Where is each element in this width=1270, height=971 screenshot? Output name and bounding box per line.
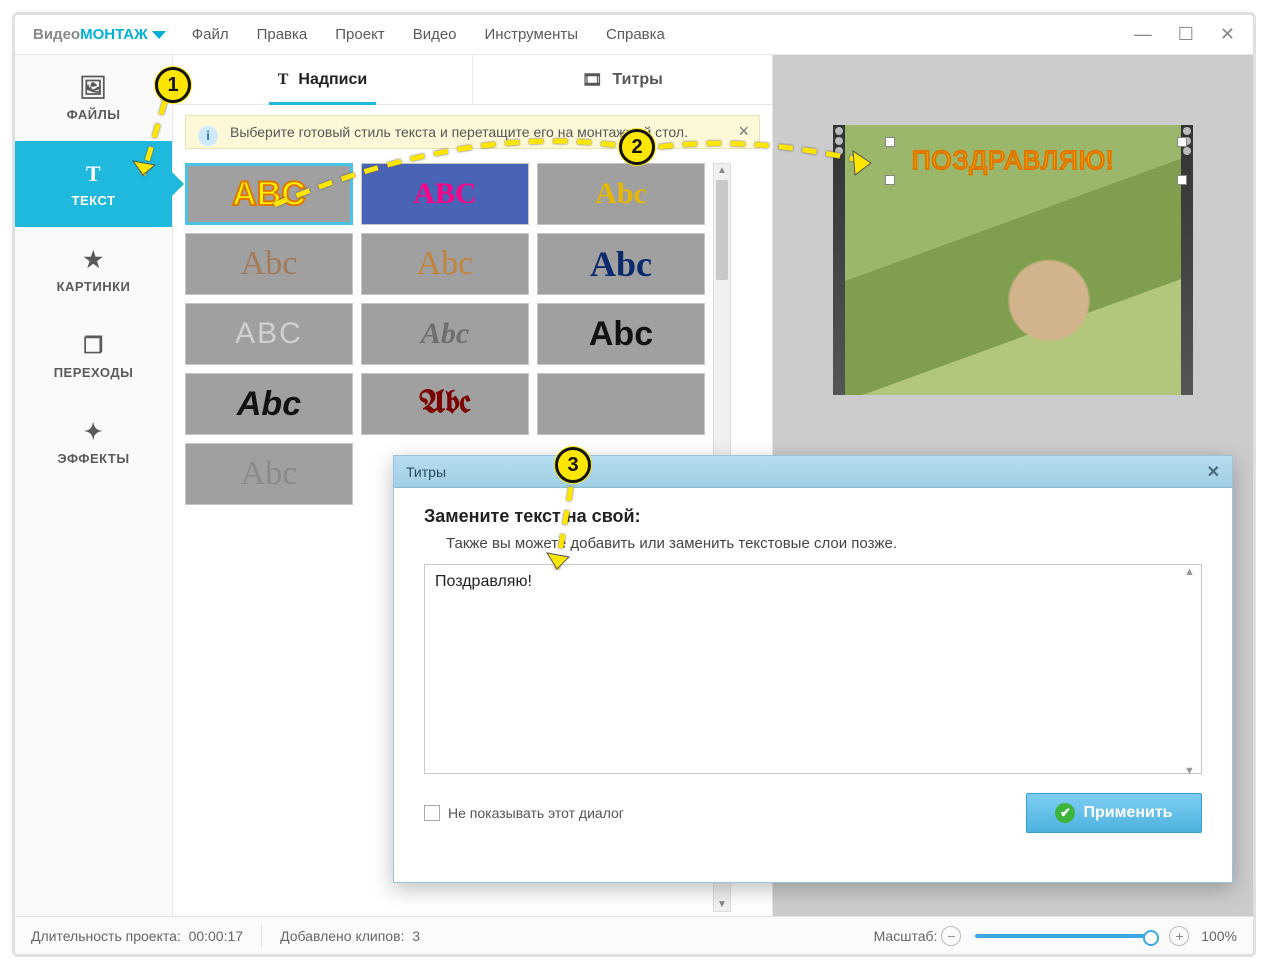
resize-handle[interactable] xyxy=(885,137,895,147)
zoom-label: Масштаб: xyxy=(874,928,938,944)
clips-count-label: Добавлено клипов: xyxy=(280,928,404,944)
menu-help[interactable]: Справка xyxy=(606,26,665,43)
resize-handle[interactable] xyxy=(1177,175,1187,185)
app-logo: ВидеоМОНТАЖ xyxy=(33,26,166,43)
wand-icon: ✦ xyxy=(84,419,103,445)
menu-edit[interactable]: Правка xyxy=(257,26,308,43)
image-icon: 🖼 xyxy=(79,75,107,101)
text-icon: T xyxy=(86,161,101,187)
tab-titles[interactable]: 🎞 Титры xyxy=(473,55,772,104)
tab-labels[interactable]: TНадписи xyxy=(173,55,473,104)
project-duration-value: 00:00:17 xyxy=(189,928,244,944)
sidebar-item-effects[interactable]: ✦ ЭФФЕКТЫ xyxy=(15,399,172,485)
sidebar: 🖼 ФАЙЛЫ T ТЕКСТ ★ КАРТИНКИ ❐ ПЕРЕХОДЫ ✦ ЭФФЕК… xyxy=(15,55,173,916)
text-style[interactable]: Abc xyxy=(185,233,353,295)
resize-handle[interactable] xyxy=(1177,137,1187,147)
sidebar-item-label: КАРТИНКИ xyxy=(57,279,131,294)
zoom-in-button[interactable]: + xyxy=(1169,926,1189,946)
text-style[interactable]: Abc xyxy=(361,303,529,365)
titles-dialog: Титры ✕ Замените текст на свой: Также вы… xyxy=(393,455,1233,883)
tutorial-marker-3: 3 xyxy=(555,447,591,483)
star-icon: ★ xyxy=(83,247,103,273)
clips-count-value: 3 xyxy=(412,928,420,944)
layers-icon: ❐ xyxy=(83,333,103,359)
dialog-subtext: Также вы можете добавить или заменить те… xyxy=(446,535,1202,552)
menu-tools[interactable]: Инструменты xyxy=(485,26,579,43)
film-icon: 🎞 xyxy=(582,70,602,90)
text-style[interactable]: Abc xyxy=(361,373,529,435)
title-text-input[interactable] xyxy=(424,564,1202,774)
hint-banner: i Выберите готовый стиль текста и перета… xyxy=(185,115,760,149)
project-duration-label: Длительность проекта: xyxy=(31,928,181,944)
sidebar-item-label: ТЕКСТ xyxy=(72,193,116,208)
text-style[interactable]: Abc xyxy=(537,163,705,225)
tab-label: Надписи xyxy=(298,71,367,89)
zoom-value: 100% xyxy=(1201,928,1237,944)
info-icon: i xyxy=(198,126,218,146)
zoom-slider[interactable] xyxy=(975,934,1155,938)
close-icon[interactable]: ✕ xyxy=(1220,24,1235,45)
text-style[interactable]: Abc xyxy=(185,373,353,435)
dialog-close-icon[interactable]: ✕ xyxy=(1207,462,1220,482)
sidebar-item-label: ЭФФЕКТЫ xyxy=(57,451,129,466)
sidebar-item-files[interactable]: 🖼 ФАЙЛЫ xyxy=(15,55,172,141)
text-style[interactable]: ABC xyxy=(361,163,529,225)
apply-button[interactable]: ✔ Применить xyxy=(1026,793,1202,833)
zoom-out-button[interactable]: − xyxy=(941,926,961,946)
preview-canvas[interactable]: ПОЗДРАВЛЯЮ! xyxy=(833,125,1193,395)
sidebar-item-text[interactable]: T ТЕКСТ xyxy=(15,141,172,227)
menu-file[interactable]: Файл xyxy=(192,26,229,43)
tutorial-marker-2: 2 xyxy=(619,129,655,165)
tab-label: Титры xyxy=(613,71,663,89)
menu-video[interactable]: Видео xyxy=(413,26,457,43)
chevron-down-icon[interactable] xyxy=(152,31,166,39)
sidebar-item-label: ПЕРЕХОДЫ xyxy=(54,365,134,380)
maximize-icon[interactable]: ☐ xyxy=(1178,24,1194,45)
status-bar: Длительность проекта: 00:00:17 Добавлено… xyxy=(15,916,1253,954)
text-style[interactable]: Abc xyxy=(185,443,353,505)
sidebar-item-label: ФАЙЛЫ xyxy=(67,107,121,122)
preview-text-overlay[interactable]: ПОЗДРАВЛЯЮ! xyxy=(912,145,1115,176)
text-style[interactable] xyxy=(537,373,705,435)
dont-show-checkbox[interactable] xyxy=(424,805,440,821)
text-style[interactable]: Abc xyxy=(361,233,529,295)
sidebar-item-images[interactable]: ★ КАРТИНКИ xyxy=(15,227,172,313)
minimize-icon[interactable]: — xyxy=(1134,24,1152,45)
sidebar-item-transitions[interactable]: ❐ ПЕРЕХОДЫ xyxy=(15,313,172,399)
dialog-heading: Замените текст на свой: xyxy=(424,506,1202,527)
menu-project[interactable]: Проект xyxy=(335,26,384,43)
dialog-title: Титры xyxy=(406,464,446,480)
dialog-titlebar[interactable]: Титры ✕ xyxy=(394,456,1232,488)
text-style[interactable]: Abc xyxy=(537,303,705,365)
text-style[interactable]: ABC xyxy=(185,303,353,365)
text-style[interactable]: Abc xyxy=(537,233,705,295)
resize-handle[interactable] xyxy=(885,175,895,185)
menubar: ВидеоМОНТАЖ Файл Правка Проект Видео Инс… xyxy=(15,15,1253,55)
dont-show-label: Не показывать этот диалог xyxy=(448,805,624,821)
hint-text: Выберите готовый стиль текста и перетащи… xyxy=(230,124,688,140)
check-icon: ✔ xyxy=(1055,803,1075,823)
close-hint-icon[interactable]: × xyxy=(738,121,749,142)
text-style[interactable]: ABC xyxy=(185,163,353,225)
tutorial-marker-1: 1 xyxy=(155,67,191,103)
apply-label: Применить xyxy=(1083,804,1172,822)
textarea-scrollbar[interactable]: ▲▼ xyxy=(1184,566,1200,777)
